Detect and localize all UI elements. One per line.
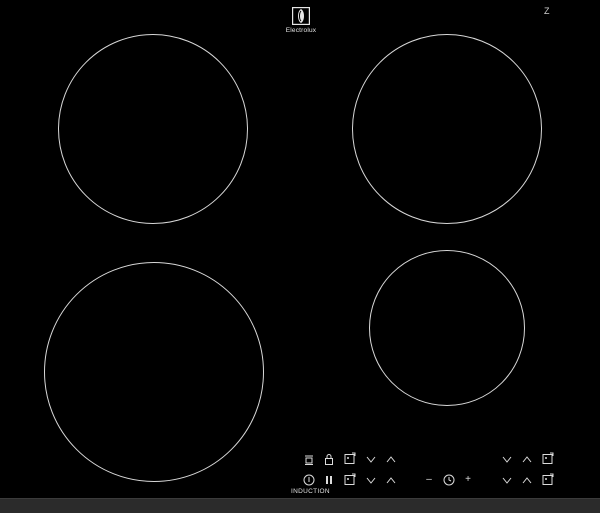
cooking-zone-front-right[interactable]: [369, 250, 525, 406]
chevron-up-icon[interactable]: [384, 452, 398, 466]
chevron-down-icon[interactable]: [500, 452, 514, 466]
chevron-down-icon[interactable]: [364, 452, 378, 466]
brand-logo: Electrolux: [271, 7, 331, 34]
timer-zone-icon[interactable]: [541, 452, 555, 466]
cooking-zone-rear-left[interactable]: [58, 34, 248, 224]
induction-label: INDUCTION: [291, 488, 330, 495]
timer-minus-button[interactable]: –: [422, 473, 436, 487]
chevron-up-icon[interactable]: [520, 473, 534, 487]
brand-name: Electrolux: [285, 27, 317, 34]
timer-zone-icon[interactable]: [541, 473, 555, 487]
chevron-down-icon[interactable]: [364, 473, 378, 487]
lock-settings-icon[interactable]: [302, 452, 316, 466]
chevron-down-icon[interactable]: [500, 473, 514, 487]
timer-zone-icon[interactable]: [343, 452, 357, 466]
chevron-up-icon[interactable]: [384, 473, 398, 487]
hob-front-edge: [0, 498, 600, 513]
induction-hob-surface: Electrolux Z – + INDUCTION: [0, 0, 600, 513]
power-icon[interactable]: [302, 473, 316, 487]
clock-icon[interactable]: [442, 473, 456, 487]
corner-mark: Z: [544, 6, 550, 16]
child-lock-icon[interactable]: [322, 452, 336, 466]
cooking-zone-front-left[interactable]: [44, 262, 264, 482]
electrolux-logo-icon: [292, 7, 310, 25]
chevron-up-icon[interactable]: [520, 452, 534, 466]
pause-icon[interactable]: [322, 473, 336, 487]
timer-zone-icon[interactable]: [343, 473, 357, 487]
timer-plus-button[interactable]: +: [461, 473, 475, 487]
cooking-zone-rear-right[interactable]: [352, 34, 542, 224]
